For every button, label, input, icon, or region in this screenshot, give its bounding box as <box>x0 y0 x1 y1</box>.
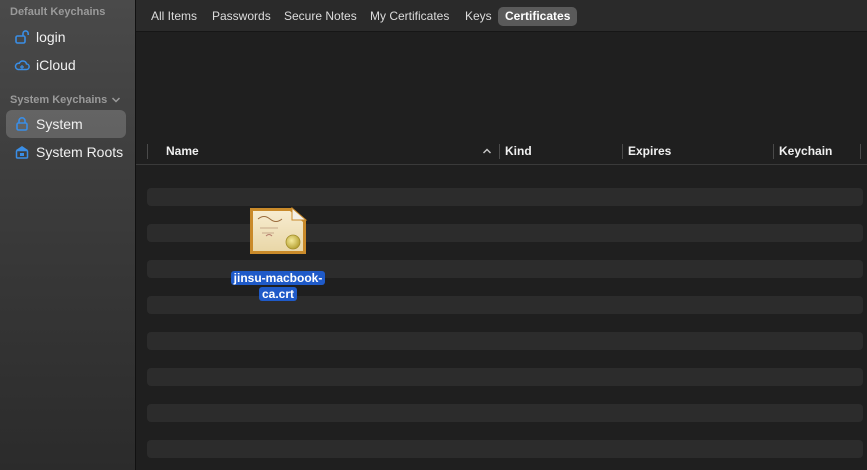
default-keychains-header: Default Keychains <box>10 6 106 18</box>
sidebar-item-label: System <box>36 116 83 132</box>
sidebar-item-icloud[interactable]: iCloud <box>6 51 126 79</box>
tab-all-items[interactable]: All Items <box>144 7 204 26</box>
column-name[interactable]: Name <box>166 138 199 165</box>
column-divider[interactable] <box>860 144 861 159</box>
cabinet-icon <box>14 144 30 160</box>
sidebar-item-system[interactable]: System <box>6 110 126 138</box>
main-content: All Items Passwords Secure Notes My Cert… <box>136 0 867 470</box>
table-row[interactable] <box>147 440 863 458</box>
lock-icon <box>14 116 30 132</box>
tab-secure-notes[interactable]: Secure Notes <box>277 7 364 26</box>
tab-keys[interactable]: Keys <box>458 7 499 26</box>
chevron-down-icon <box>112 97 121 103</box>
sidebar-item-login[interactable]: login <box>6 23 126 51</box>
column-keychain[interactable]: Keychain <box>779 138 832 165</box>
table-row[interactable] <box>147 368 863 386</box>
keychain-window: Default Keychains login iCloud System Ke… <box>0 0 867 470</box>
sort-ascending-icon[interactable] <box>482 146 492 156</box>
sidebar: Default Keychains login iCloud System Ke… <box>0 0 136 470</box>
table-row[interactable] <box>147 332 863 350</box>
column-divider[interactable] <box>622 144 623 159</box>
column-divider[interactable] <box>773 144 774 159</box>
cloud-icon <box>14 57 30 73</box>
sidebar-item-label: login <box>36 29 66 45</box>
column-divider[interactable] <box>499 144 500 159</box>
column-divider <box>147 144 148 159</box>
tab-passwords[interactable]: Passwords <box>205 7 278 26</box>
table-header: Name Kind Expires Keychain <box>136 138 867 165</box>
table-row[interactable] <box>147 404 863 422</box>
system-keychains-header[interactable]: System Keychains <box>10 94 121 106</box>
certificate-icon[interactable] <box>248 206 308 258</box>
column-kind[interactable]: Kind <box>505 138 532 165</box>
sidebar-item-label: System Roots <box>36 144 124 160</box>
tab-certificates[interactable]: Certificates <box>498 7 578 26</box>
tab-my-certificates[interactable]: My Certificates <box>363 7 456 26</box>
sidebar-item-system-roots[interactable]: System Roots <box>6 138 126 166</box>
table-row[interactable] <box>147 188 863 206</box>
file-name-label: jinsu-macbook- ca.crt <box>226 270 330 302</box>
lock-open-icon <box>14 29 30 45</box>
category-tabbar: All Items Passwords Secure Notes My Cert… <box>136 0 867 32</box>
sidebar-item-label: iCloud <box>36 57 76 73</box>
column-expires[interactable]: Expires <box>628 138 671 165</box>
